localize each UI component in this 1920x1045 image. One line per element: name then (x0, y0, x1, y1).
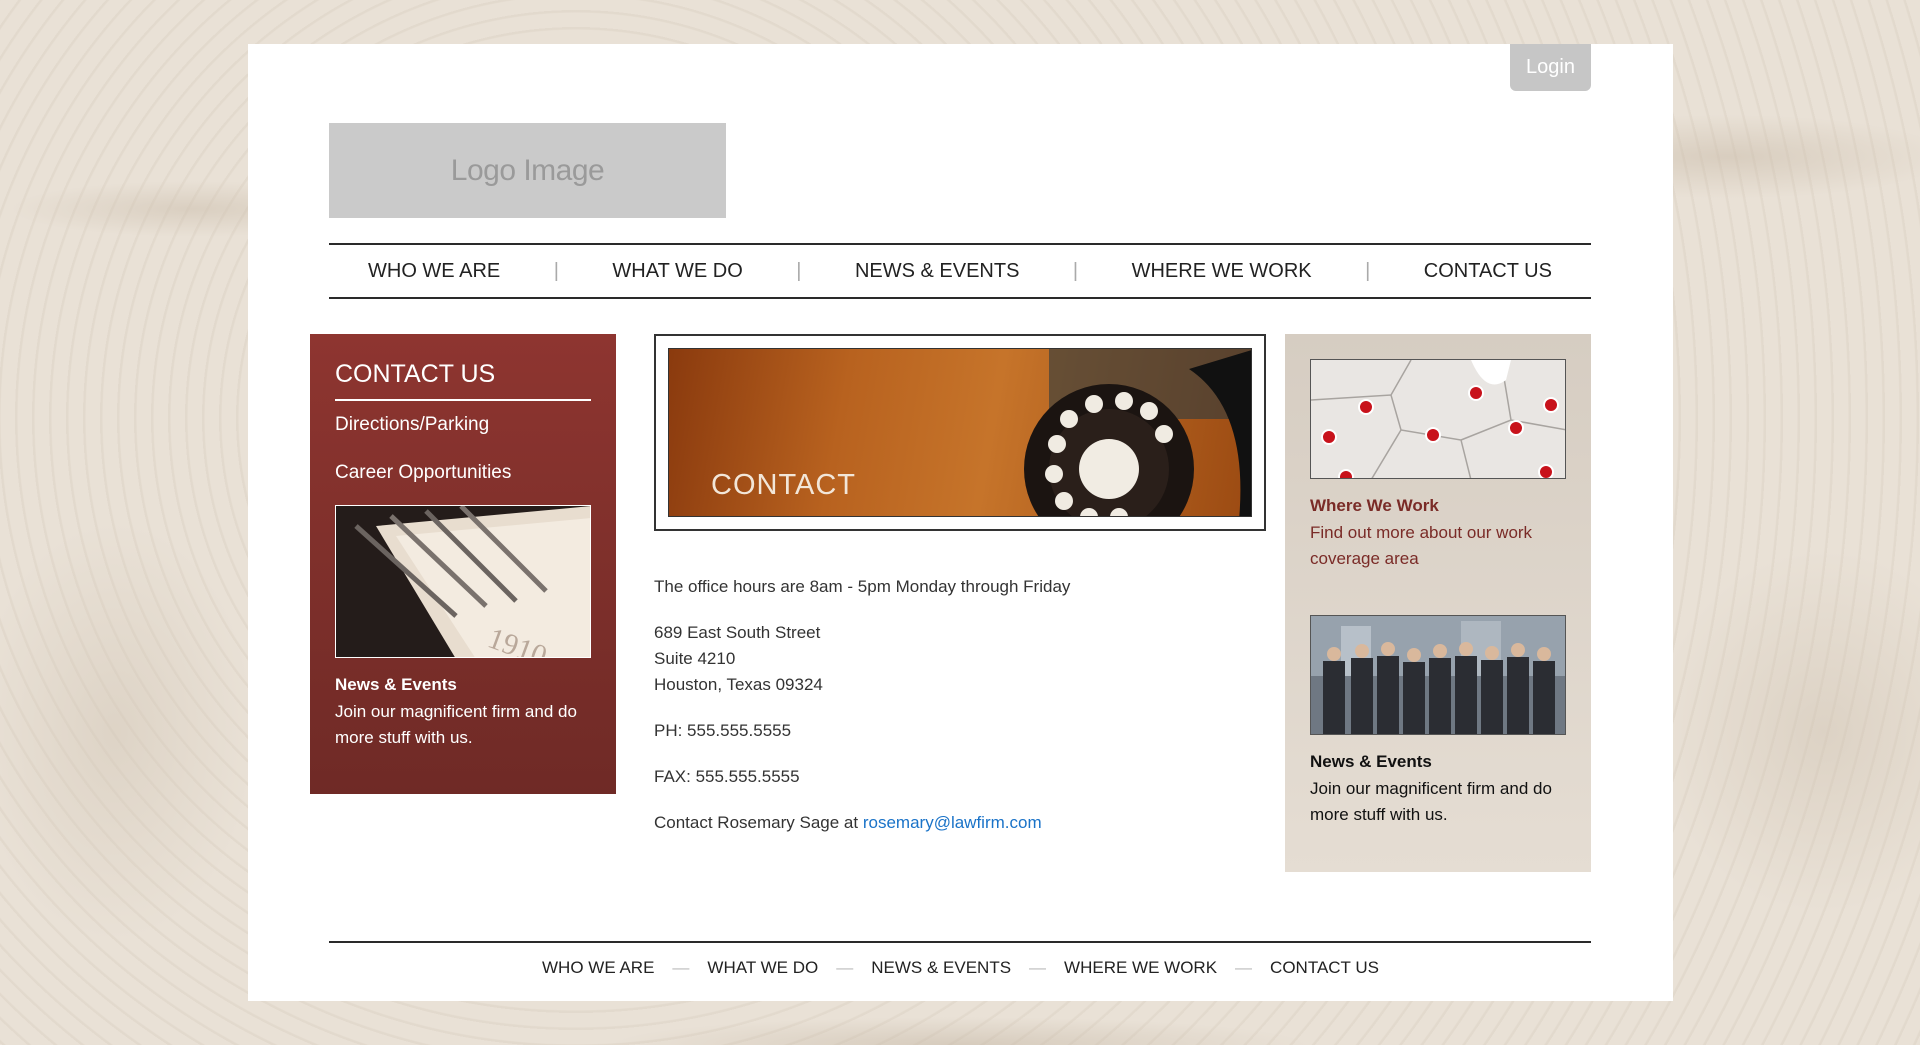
fax-text: FAX: 555.555.5555 (654, 767, 800, 786)
footer-divider (329, 941, 1591, 943)
sidebar-feature-text: Join our magnificent firm and do more st… (335, 702, 577, 747)
page-container: Login Logo Image WHO WE ARE | WHAT WE DO… (248, 44, 1673, 1001)
sidebar-title: CONTACT US (335, 360, 591, 401)
footer-separator: — (836, 958, 854, 977)
address-line1: 689 East South Street (654, 623, 821, 642)
sidebar-feature-title[interactable]: News & Events (335, 675, 457, 695)
contact-prefix: Contact Rosemary Sage at (654, 813, 859, 832)
nav-separator: | (553, 259, 559, 282)
sidebar-link-directions[interactable]: Directions/Parking (335, 414, 489, 436)
where-we-work-title[interactable]: Where We Work (1310, 496, 1439, 516)
nav-separator: | (796, 259, 802, 282)
nav-separator: | (1072, 259, 1079, 282)
pens-image[interactable]: 1910 (335, 505, 591, 658)
contact-line: Contact Rosemary Sage at rosemary@lawfir… (654, 810, 1042, 836)
left-sidebar: CONTACT US Directions/Parking Career Opp… (310, 334, 616, 794)
footer-separator: — (672, 958, 690, 977)
nav-contact-us[interactable]: CONTACT US (1424, 260, 1552, 283)
footer-where-we-work[interactable]: WHERE WE WORK (1064, 958, 1217, 978)
footer-contact-us[interactable]: CONTACT US (1270, 958, 1379, 978)
news-events-title[interactable]: News & Events (1310, 752, 1432, 772)
office-hours-text: The office hours are 8am - 5pm Monday th… (654, 577, 1071, 596)
logo-image[interactable]: Logo Image (329, 123, 726, 218)
footer-who-we-are[interactable]: WHO WE ARE (542, 958, 654, 978)
hero-label: CONTACT (711, 469, 857, 501)
team-photo[interactable] (1310, 615, 1566, 735)
footer-news-events[interactable]: NEWS & EVENTS (871, 958, 1011, 978)
login-button[interactable]: Login (1510, 44, 1591, 91)
nav-where-we-work[interactable]: WHERE WE WORK (1132, 260, 1312, 283)
phone-text: PH: 555.555.5555 (654, 721, 792, 740)
where-we-work-text: Find out more about our work coverage ar… (1310, 523, 1533, 568)
footer-separator: — (1029, 958, 1047, 977)
hero-inner: CONTACT (668, 348, 1252, 517)
nav-separator: | (1365, 259, 1371, 282)
footer-separator: — (1235, 958, 1253, 977)
footer-nav: WHO WE ARE — WHAT WE DO — NEWS & EVENTS … (248, 958, 1673, 978)
address-line2: Suite 4210 (654, 649, 736, 668)
footer-what-we-do[interactable]: WHAT WE DO (707, 958, 818, 978)
news-events-text: Join our magnificent firm and do more st… (1310, 779, 1552, 824)
contact-hero-image: CONTACT (654, 334, 1266, 531)
nav-news-events[interactable]: NEWS & EVENTS (855, 260, 1019, 283)
nav-what-we-do[interactable]: WHAT WE DO (612, 260, 742, 283)
map-image[interactable] (1310, 359, 1566, 479)
sidebar-link-careers[interactable]: Career Opportunities (335, 462, 511, 484)
contact-email-link[interactable]: rosemary@lawfirm.com (863, 813, 1042, 832)
main-nav: WHO WE ARE | WHAT WE DO | NEWS & EVENTS … (329, 243, 1591, 299)
address-line3: Houston, Texas 09324 (654, 675, 823, 694)
nav-who-we-are[interactable]: WHO WE ARE (368, 260, 500, 283)
right-sidebar: Where We Work Find out more about our wo… (1285, 334, 1591, 872)
